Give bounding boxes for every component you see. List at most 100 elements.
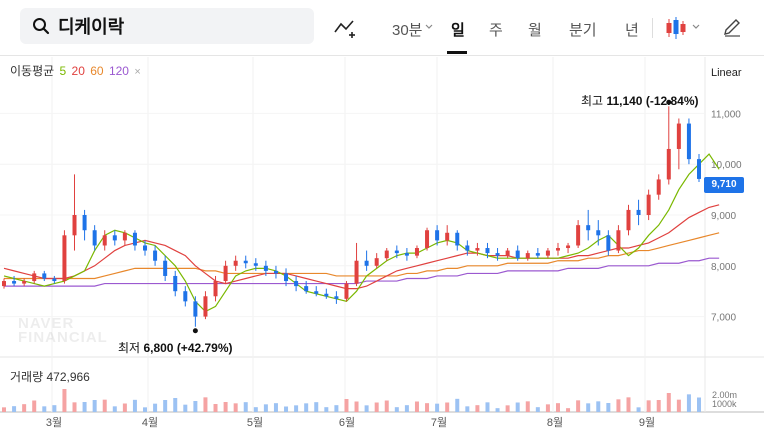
candle-body bbox=[535, 253, 540, 256]
watermark-line-2: FINANCIAL bbox=[18, 329, 108, 346]
high-value: 11,140 bbox=[606, 94, 643, 108]
volume-bar bbox=[82, 402, 87, 412]
volume-bar bbox=[263, 404, 268, 412]
volume-bar bbox=[12, 406, 17, 412]
legend-ma-5: 5 bbox=[59, 64, 67, 78]
candle-body bbox=[102, 235, 107, 246]
candle-body bbox=[193, 301, 198, 317]
volume-bar bbox=[92, 400, 97, 412]
candle-body bbox=[626, 209, 631, 231]
volume-bar bbox=[666, 393, 671, 412]
volume-bar bbox=[606, 403, 611, 412]
candle-body bbox=[314, 291, 319, 294]
volume-bar bbox=[626, 397, 631, 412]
volume-bar bbox=[273, 403, 278, 412]
volume-bar bbox=[646, 400, 651, 412]
low-label: 최저 bbox=[118, 341, 141, 355]
period-month[interactable]: 월 bbox=[528, 19, 542, 40]
x-tick-label: 5월 bbox=[247, 416, 263, 429]
volume-bar bbox=[284, 406, 289, 412]
current-price-tag: 9,710 bbox=[704, 177, 744, 193]
candle-body bbox=[304, 286, 309, 292]
volume-bar bbox=[102, 399, 107, 412]
ma-line-120 bbox=[4, 257, 720, 287]
search-box[interactable]: 디케이락 bbox=[20, 8, 314, 44]
candle-body bbox=[92, 230, 97, 246]
candle-body bbox=[555, 248, 560, 251]
volume-bar bbox=[243, 402, 248, 412]
candle-body bbox=[525, 253, 530, 259]
active-period-indicator bbox=[447, 51, 467, 54]
candle-body bbox=[344, 283, 349, 299]
volume-bar bbox=[374, 402, 379, 412]
chart-indicator-add-icon[interactable] bbox=[333, 16, 357, 40]
legend-title: 이동평균 bbox=[10, 64, 55, 78]
period-week[interactable]: 주 bbox=[489, 19, 503, 40]
volume-bar bbox=[314, 402, 319, 412]
high-annotation: 최고 11,140 (-12.84%) bbox=[581, 92, 699, 109]
volume-bar bbox=[404, 405, 409, 412]
candle-body bbox=[122, 232, 127, 241]
candle-body bbox=[243, 260, 248, 264]
volume-bar bbox=[62, 389, 67, 412]
chevron-down-icon[interactable] bbox=[692, 24, 700, 30]
candlestick-type-icon[interactable] bbox=[665, 16, 687, 40]
volume-bar bbox=[686, 394, 691, 412]
candle-body bbox=[72, 215, 77, 236]
price-tick-label: 8,000 bbox=[711, 262, 736, 273]
legend-ma-60: 60 bbox=[90, 64, 104, 78]
low-annotation: 최저 6,800 (+42.79%) bbox=[118, 339, 233, 356]
period-quarter[interactable]: 분기 bbox=[569, 19, 597, 40]
candle-body bbox=[153, 250, 158, 261]
candle-body bbox=[656, 179, 661, 195]
candle-body bbox=[414, 248, 419, 256]
volume-bar bbox=[485, 402, 490, 412]
volume-bar bbox=[435, 403, 440, 412]
volume-bar bbox=[233, 403, 238, 412]
price-tick-label: 10,000 bbox=[711, 160, 742, 171]
legend-close-icon[interactable]: × bbox=[134, 66, 140, 78]
candle-body bbox=[475, 248, 480, 251]
period-year[interactable]: 년 bbox=[625, 19, 639, 40]
volume-bar bbox=[616, 399, 621, 412]
chart-toolbar: 디케이락 30분 일 주 월 분기 년 bbox=[0, 0, 764, 56]
naver-financial-watermark: NAVER FINANCIAL bbox=[18, 316, 108, 346]
volume-bar bbox=[203, 397, 208, 412]
volume-bar bbox=[364, 405, 369, 412]
volume-bar bbox=[72, 402, 77, 412]
volume-bar bbox=[153, 403, 158, 412]
volume-bar bbox=[445, 402, 450, 412]
volume-bar bbox=[354, 401, 359, 412]
volume-bar bbox=[566, 408, 571, 412]
candle-body bbox=[334, 296, 339, 299]
volume-bar bbox=[304, 403, 309, 412]
candle-body bbox=[566, 245, 571, 249]
pencil-draw-icon[interactable] bbox=[722, 17, 742, 37]
candle-body bbox=[686, 123, 691, 160]
volume-bar bbox=[555, 403, 560, 412]
volume-bar bbox=[22, 404, 27, 412]
volume-bar bbox=[636, 407, 641, 412]
scale-mode-toggle[interactable]: Linear bbox=[711, 67, 742, 79]
candle-body bbox=[425, 230, 430, 249]
high-change: (-12.84%) bbox=[645, 94, 699, 108]
price-chart[interactable]: 3월 4월 5월 6월 7월 8월 9월 11,000 10,000 9,000 8,000 7,00… bbox=[0, 57, 764, 433]
volume-bar bbox=[525, 401, 530, 412]
candle-body bbox=[505, 250, 510, 256]
volume-bar bbox=[576, 400, 581, 412]
volume-bar bbox=[32, 400, 37, 412]
volume-bar bbox=[545, 404, 550, 412]
volume-bar bbox=[2, 407, 6, 412]
search-term[interactable]: 디케이락 bbox=[58, 13, 124, 39]
candle-body bbox=[22, 281, 27, 284]
volume-bar bbox=[122, 403, 127, 412]
volume-bar bbox=[515, 402, 520, 412]
candle-body bbox=[354, 260, 359, 284]
period-day[interactable]: 일 bbox=[451, 19, 465, 40]
chevron-down-icon[interactable] bbox=[425, 24, 433, 30]
search-icon bbox=[33, 18, 50, 35]
period-30min[interactable]: 30분 bbox=[392, 19, 423, 40]
legend-ma-120: 120 bbox=[108, 64, 129, 78]
volume-bar bbox=[223, 402, 228, 412]
candle-body bbox=[404, 253, 409, 256]
